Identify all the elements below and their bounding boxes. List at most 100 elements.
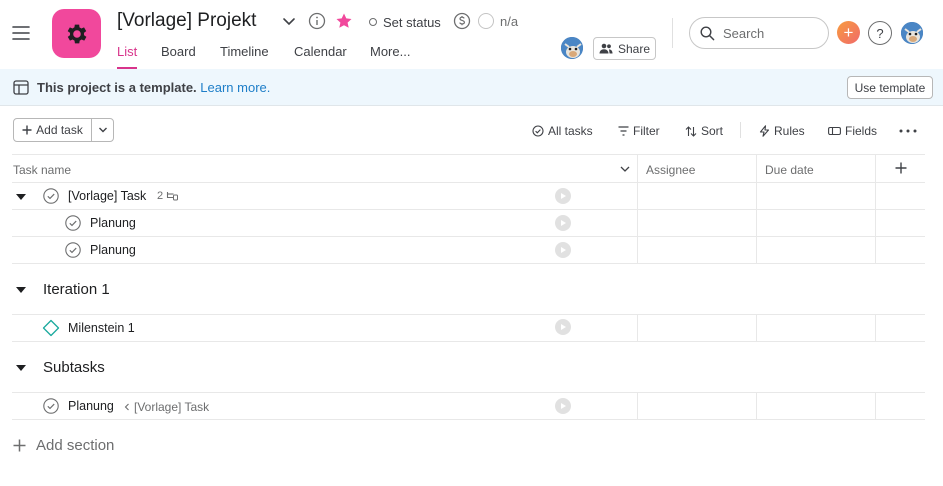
search-input[interactable] [723, 25, 813, 41]
play-icon[interactable] [555, 215, 571, 231]
all-tasks-filter[interactable]: All tasks [532, 124, 593, 138]
filter-button[interactable]: Filter [618, 124, 660, 138]
budget-status-label: n/a [500, 13, 519, 29]
add-task-group: Add task [13, 118, 114, 142]
add-column-plus-icon[interactable] [895, 162, 907, 174]
set-status-button[interactable]: Set status [369, 13, 441, 31]
play-icon[interactable] [555, 319, 571, 335]
banner-text: This project is a template. [37, 80, 197, 95]
divider [672, 18, 673, 48]
subtask-count-value: 2 [157, 190, 164, 202]
add-task-button[interactable]: Add task [14, 119, 92, 141]
parent-task-name: [Vorlage] Task [134, 400, 210, 414]
complete-task-icon[interactable] [65, 242, 81, 258]
column-header-assignee[interactable]: Assignee [646, 163, 695, 177]
rules-button[interactable]: Rules [759, 124, 805, 138]
subtask-icon [167, 191, 179, 200]
sort-icon [685, 125, 697, 137]
chevron-down-icon [98, 127, 107, 133]
subtask-count[interactable]: 2 [157, 190, 179, 202]
add-task-dropdown[interactable] [92, 119, 113, 141]
collapse-caret-icon[interactable] [15, 192, 27, 202]
all-tasks-label: All tasks [548, 124, 593, 138]
divider [12, 314, 925, 315]
help-icon[interactable]: ? [868, 21, 892, 45]
lightning-icon [759, 125, 770, 137]
budget-status[interactable]: n/a [478, 12, 518, 30]
search-icon [700, 25, 715, 40]
more-options-button[interactable] [899, 124, 917, 138]
tab-board[interactable]: Board [161, 44, 196, 59]
banner-message: This project is a template. Learn more. [37, 80, 270, 95]
project-gear-icon[interactable] [52, 9, 101, 58]
task-name[interactable]: Planung [90, 243, 136, 257]
divider [12, 182, 925, 183]
complete-task-icon[interactable] [43, 398, 59, 414]
avatar[interactable] [560, 36, 584, 60]
chevron-down-icon[interactable] [281, 15, 297, 29]
divider [12, 209, 925, 210]
divider [875, 393, 876, 419]
milestone-diamond-icon[interactable] [42, 319, 60, 337]
parent-task-link[interactable]: [Vorlage] Task [124, 400, 209, 414]
column-header-task-name[interactable]: Task name [13, 163, 71, 177]
divider [12, 263, 925, 264]
divider [12, 154, 925, 155]
tab-list[interactable]: List [117, 44, 137, 59]
collapse-caret-icon[interactable] [15, 363, 27, 373]
status-ring-icon [478, 13, 494, 29]
star-icon[interactable] [335, 12, 353, 30]
chevron-down-icon[interactable] [619, 163, 631, 175]
tab-timeline[interactable]: Timeline [220, 44, 269, 59]
filter-label: Filter [633, 124, 660, 138]
hamburger-icon[interactable] [12, 25, 30, 41]
collapse-caret-icon[interactable] [15, 285, 27, 295]
divider [12, 341, 925, 342]
divider [12, 419, 925, 420]
use-template-button[interactable]: Use template [847, 76, 933, 99]
section-title[interactable]: Iteration 1 [43, 281, 110, 298]
set-status-label: Set status [383, 14, 441, 30]
plus-icon [13, 439, 26, 451]
fields-button[interactable]: Fields [828, 124, 877, 138]
share-label: Share [617, 41, 651, 56]
play-icon[interactable] [555, 188, 571, 204]
status-dot-icon [369, 18, 377, 26]
add-task-label: Add task [36, 123, 83, 137]
play-icon[interactable] [555, 398, 571, 414]
dollar-icon[interactable] [453, 12, 471, 30]
task-name[interactable]: Planung [90, 216, 136, 230]
complete-task-icon[interactable] [43, 188, 59, 204]
task-name[interactable]: [Vorlage] Task [68, 189, 146, 203]
user-avatar[interactable] [900, 21, 924, 45]
tab-more[interactable]: More... [370, 44, 410, 59]
divider [875, 315, 876, 341]
complete-task-icon[interactable] [65, 215, 81, 231]
share-button[interactable]: Share [593, 37, 656, 60]
divider [637, 315, 638, 341]
learn-more-link[interactable]: Learn more. [200, 80, 270, 95]
divider [12, 236, 925, 237]
chevron-left-icon [124, 403, 129, 411]
search-field[interactable] [689, 17, 829, 49]
rules-label: Rules [774, 124, 805, 138]
info-icon[interactable] [308, 12, 326, 30]
quick-add-plus-icon[interactable]: + [837, 21, 860, 44]
divider [12, 392, 925, 393]
divider [756, 393, 757, 419]
fields-icon [828, 126, 841, 136]
more-icon [899, 129, 917, 133]
add-section-button[interactable]: Add section [13, 435, 114, 455]
play-icon[interactable] [555, 242, 571, 258]
task-name[interactable]: Planung [68, 399, 114, 413]
tab-calendar[interactable]: Calendar [294, 44, 347, 59]
section-title[interactable]: Subtasks [43, 359, 105, 376]
filter-icon [618, 126, 629, 136]
column-header-due-date[interactable]: Due date [765, 163, 814, 177]
task-name[interactable]: Milenstein 1 [68, 321, 135, 335]
project-title[interactable]: [Vorlage] Projekt [117, 10, 256, 32]
plus-icon [22, 125, 32, 135]
people-icon [599, 43, 613, 54]
add-section-label: Add section [36, 436, 115, 454]
sort-button[interactable]: Sort [685, 124, 723, 138]
